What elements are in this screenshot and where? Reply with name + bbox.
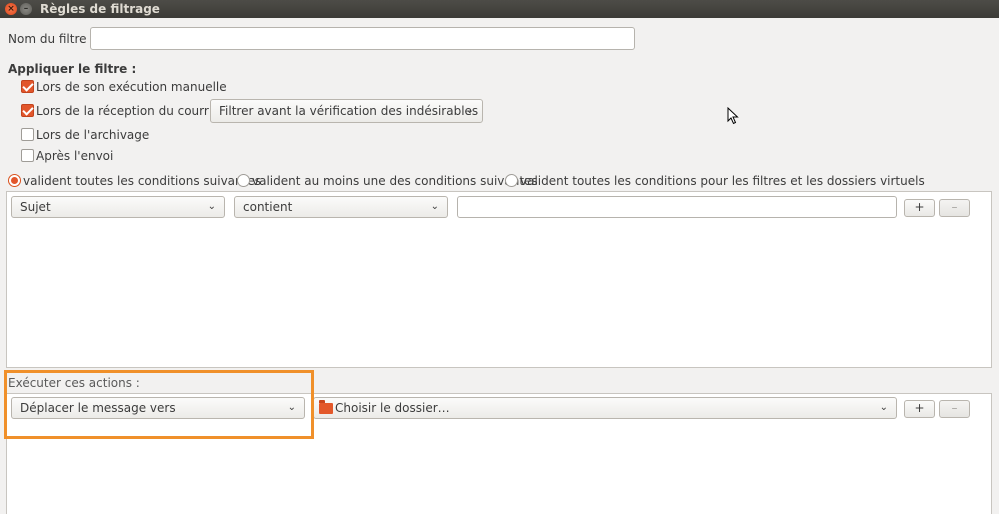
mouse-cursor-icon [727, 107, 739, 125]
window-minimize-button[interactable]: – [20, 3, 32, 15]
manual-run-checkbox[interactable] [21, 80, 34, 93]
reception-timing-value: Filtrer avant la vérification des indési… [219, 104, 479, 118]
match-all-virtual-label[interactable]: valident toutes les conditions pour les … [520, 174, 925, 188]
mail-reception-label[interactable]: Lors de la réception du courrier : [36, 104, 232, 118]
close-icon: × [7, 4, 15, 14]
reception-timing-select[interactable]: Filtrer avant la vérification des indési… [210, 99, 483, 123]
match-all-virtual-radio[interactable] [505, 174, 518, 187]
window-close-button[interactable]: × [5, 3, 17, 15]
condition-operator-value: contient [243, 200, 293, 214]
remove-condition-button[interactable]: – [939, 199, 970, 217]
title-bar: × – Règles de filtrage [0, 0, 999, 18]
match-any-radio[interactable] [237, 174, 250, 187]
destination-folder-value: Choisir le dossier… [335, 401, 450, 415]
chevron-down-icon: ⌄ [207, 201, 216, 212]
match-all-radio[interactable] [8, 174, 21, 187]
chevron-down-icon: ⌄ [879, 402, 888, 413]
remove-action-button[interactable]: – [939, 400, 970, 418]
folder-icon [319, 400, 333, 414]
condition-value-input[interactable] [457, 196, 897, 218]
after-send-checkbox[interactable] [21, 149, 34, 162]
apply-filter-heading: Appliquer le filtre : [8, 62, 137, 76]
manual-run-label[interactable]: Lors de son exécution manuelle [36, 80, 227, 94]
filter-name-input[interactable] [90, 27, 635, 50]
add-action-button[interactable]: + [904, 400, 935, 418]
highlight-box [4, 370, 314, 439]
window-title: Règles de filtrage [40, 2, 160, 16]
condition-field-value: Sujet [20, 200, 51, 214]
archiving-label[interactable]: Lors de l'archivage [36, 128, 149, 142]
chevron-down-icon: ⌄ [430, 201, 439, 212]
chevron-down-icon: ⌄ [465, 105, 474, 116]
filter-name-label: Nom du filtre : [8, 32, 95, 46]
condition-field-select[interactable]: Sujet ⌄ [11, 196, 225, 218]
after-send-label[interactable]: Après l'envoi [36, 149, 113, 163]
match-any-label[interactable]: valident au moins une des conditions sui… [252, 174, 538, 188]
mail-reception-checkbox[interactable] [21, 104, 34, 117]
archiving-checkbox[interactable] [21, 128, 34, 141]
match-all-label[interactable]: valident toutes les conditions suivantes [23, 174, 261, 188]
add-condition-button[interactable]: + [904, 199, 935, 217]
condition-operator-select[interactable]: contient ⌄ [234, 196, 448, 218]
minimize-icon: – [23, 4, 29, 14]
destination-folder-select[interactable]: Choisir le dossier… ⌄ [313, 397, 897, 419]
